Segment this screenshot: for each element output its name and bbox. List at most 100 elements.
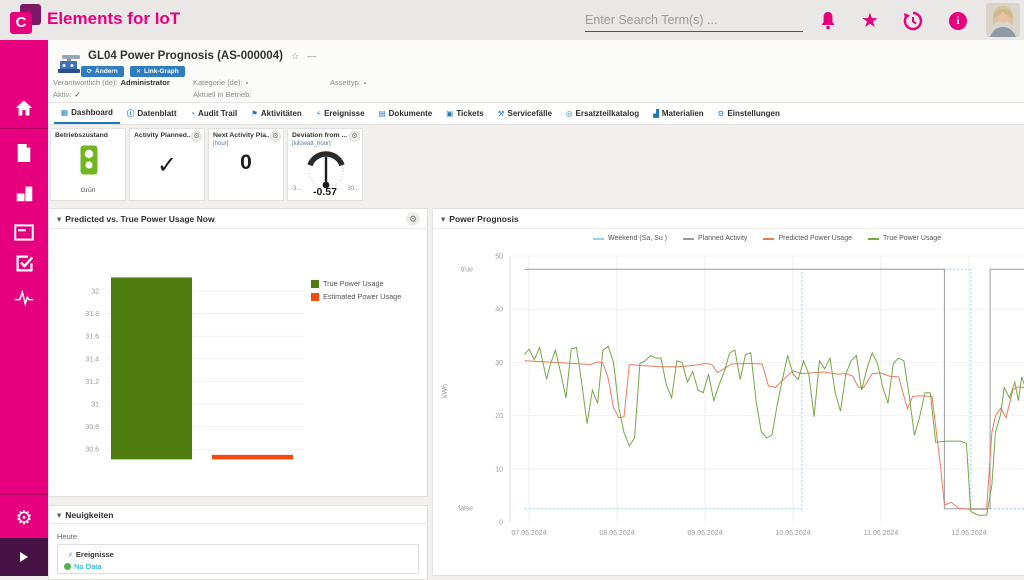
svg-text:08.06.2024: 08.06.2024 — [599, 530, 634, 537]
kpi-gear-icon[interactable]: ⚙ — [270, 131, 281, 142]
history-icon — [903, 11, 923, 31]
responsible-field: Verantwortlich (de):Administrator — [53, 78, 170, 87]
user-avatar[interactable] — [986, 3, 1020, 37]
svg-text:31.8: 31.8 — [85, 311, 99, 318]
panel-gear-icon[interactable]: ⚙ — [406, 212, 420, 226]
history-button[interactable] — [901, 9, 925, 33]
bar-panel-title: Predicted vs. True Power Usage Now — [65, 214, 214, 224]
check-square-icon — [15, 254, 34, 273]
svg-text:kWh: kWh — [442, 384, 449, 398]
avatar-image — [986, 3, 1020, 37]
svg-text:12.06.2024: 12.06.2024 — [951, 530, 986, 537]
no-data-icon — [64, 563, 71, 570]
asset-header: GL04 Power Prognosis (AS-000004) ☆ — ⟳Än… — [48, 40, 1024, 103]
link-graph-button[interactable]: ✕Link-Graph — [130, 66, 185, 77]
svg-text:31: 31 — [91, 402, 99, 409]
logo-letter: C — [10, 12, 32, 34]
sidebar-item-home[interactable] — [0, 93, 48, 123]
materials-tab-icon: ▟ — [653, 109, 659, 118]
sidebar-expand-area[interactable] — [0, 538, 48, 576]
legend-item: Estimated Power Usage — [311, 292, 401, 301]
traffic-light-icon — [80, 145, 98, 175]
svg-text:10.06.2024: 10.06.2024 — [775, 530, 810, 537]
kpi-state-label: Grün — [51, 187, 125, 194]
link-graph-icon: ✕ — [136, 69, 141, 75]
info-button[interactable]: i — [946, 9, 970, 33]
search-input[interactable] — [585, 8, 803, 32]
news-item[interactable]: ⚡Ereignisse No Data — [57, 544, 419, 574]
service-tab-icon: ⚒ — [498, 109, 505, 118]
sidebar-item-documents[interactable] — [0, 138, 48, 168]
expand-arrow-icon — [19, 551, 29, 563]
app-logo[interactable]: C — [10, 4, 44, 36]
kpi-title: Betriebszustand — [55, 132, 111, 139]
svg-text:30: 30 — [495, 360, 503, 367]
legend-item: True Power Usage — [311, 279, 401, 288]
tab-bar: ▦Dashboard ⓘDatenblatt ◔Audit Trail ⚑Akt… — [48, 103, 1024, 125]
gauge-value: -0.57 — [288, 186, 362, 198]
kpi-number-value: 0 — [209, 151, 283, 175]
kpi-gear-icon[interactable]: ⚙ — [349, 131, 360, 142]
tab-aktivitaeten[interactable]: ⚑Aktivitäten — [244, 103, 309, 124]
news-panel: ▾Neuigkeiten Heute ⚡Ereignisse No Data — [48, 505, 428, 580]
page-title: GL04 Power Prognosis (AS-000004) — [88, 50, 283, 62]
tab-tickets[interactable]: ▣Tickets — [439, 103, 491, 124]
app-title: Elements for IoT — [47, 9, 180, 29]
tab-dashboard[interactable]: ▦Dashboard — [54, 103, 120, 124]
kpi-title: Next Activity Pla... — [213, 132, 269, 139]
settings-tab-icon: ⚙ — [718, 109, 725, 118]
collapse-caret-icon[interactable]: ▾ — [57, 214, 61, 224]
tab-materialien[interactable]: ▟Materialien — [646, 103, 711, 124]
document-icon — [15, 143, 33, 163]
sidebar-item-tasks[interactable] — [0, 248, 48, 278]
svg-text:11.06.2024: 11.06.2024 — [864, 530, 899, 537]
tickets-tab-icon: ▣ — [446, 109, 453, 118]
tab-einstellungen[interactable]: ⚙Einstellungen — [711, 103, 787, 124]
spareparts-tab-icon: ◎ — [566, 109, 573, 118]
bar-chart-legend: True Power Usage Estimated Power Usage — [311, 279, 401, 305]
svg-text:31.6: 31.6 — [85, 334, 99, 341]
kpi-card-deviation: Deviation from ... ⚙ [kilowatt_hour] -3.… — [287, 128, 363, 201]
kpi-title: Deviation from ... — [292, 132, 348, 139]
sidebar-item-settings[interactable]: ⚙ — [0, 503, 48, 533]
panel-header: ▾ Predicted vs. True Power Usage Now ⚙ — [49, 209, 427, 229]
sidebar-item-dashboards[interactable] — [0, 217, 48, 247]
machine-icon — [56, 53, 84, 75]
sidebar-item-monitoring[interactable] — [0, 283, 48, 313]
svg-text:0: 0 — [499, 520, 503, 527]
sidebar-item-reports[interactable] — [0, 178, 48, 208]
tab-dokumente[interactable]: ▤Dokumente — [372, 103, 440, 124]
tab-servicefaelle[interactable]: ⚒Servicefälle — [491, 103, 559, 124]
tab-audit-trail[interactable]: ◔Audit Trail — [184, 103, 245, 124]
svg-text:09.06.2024: 09.06.2024 — [687, 530, 722, 537]
info-icon: i — [949, 12, 967, 30]
kpi-card-activity-planned: Activity Planned... ⚙ ✓ — [129, 128, 205, 201]
sidebar: ⚙ — [0, 40, 48, 576]
favorite-toggle-icon[interactable]: ☆ — [291, 51, 299, 61]
datasheet-tab-icon: ⓘ — [127, 108, 135, 119]
tab-datenblatt[interactable]: ⓘDatenblatt — [120, 103, 184, 124]
assettype-field: Assettyp:- — [330, 78, 366, 87]
prognosis-panel-title: Power Prognosis — [449, 214, 518, 224]
operation-field: Aktuell in Betrieb: — [193, 90, 254, 99]
svg-text:07.06.2024: 07.06.2024 — [511, 530, 546, 537]
sidebar-divider — [0, 494, 48, 495]
favorites-button[interactable]: ★ — [858, 9, 882, 33]
collapse-header-icon[interactable]: — — [307, 51, 316, 61]
collapse-caret-icon[interactable]: ▾ — [441, 214, 445, 224]
events-tab-icon: ⚡ — [316, 109, 321, 118]
kpi-unit: [hour] — [213, 141, 228, 147]
notifications-button[interactable] — [816, 9, 840, 33]
svg-text:10: 10 — [495, 466, 503, 473]
pulse-icon — [14, 289, 34, 307]
collapse-caret-icon[interactable]: ▾ — [57, 510, 61, 520]
svg-text:30.8: 30.8 — [85, 424, 99, 431]
star-icon: ★ — [861, 11, 879, 31]
bar-chart-panel: ▾Predicted vs. True Power Usage Now ⚙ 32… — [48, 208, 428, 497]
change-button[interactable]: ⟳Ändern — [81, 66, 124, 77]
tab-ereignisse[interactable]: ⚡Ereignisse — [309, 103, 372, 124]
kpi-gear-icon[interactable]: ⚙ — [191, 131, 202, 142]
activities-tab-icon: ⚑ — [251, 109, 258, 118]
panel-header: ▾ Power Prognosis — [433, 209, 1024, 229]
tab-ersatzteilkatalog[interactable]: ◎Ersatzteilkatalog — [559, 103, 646, 124]
